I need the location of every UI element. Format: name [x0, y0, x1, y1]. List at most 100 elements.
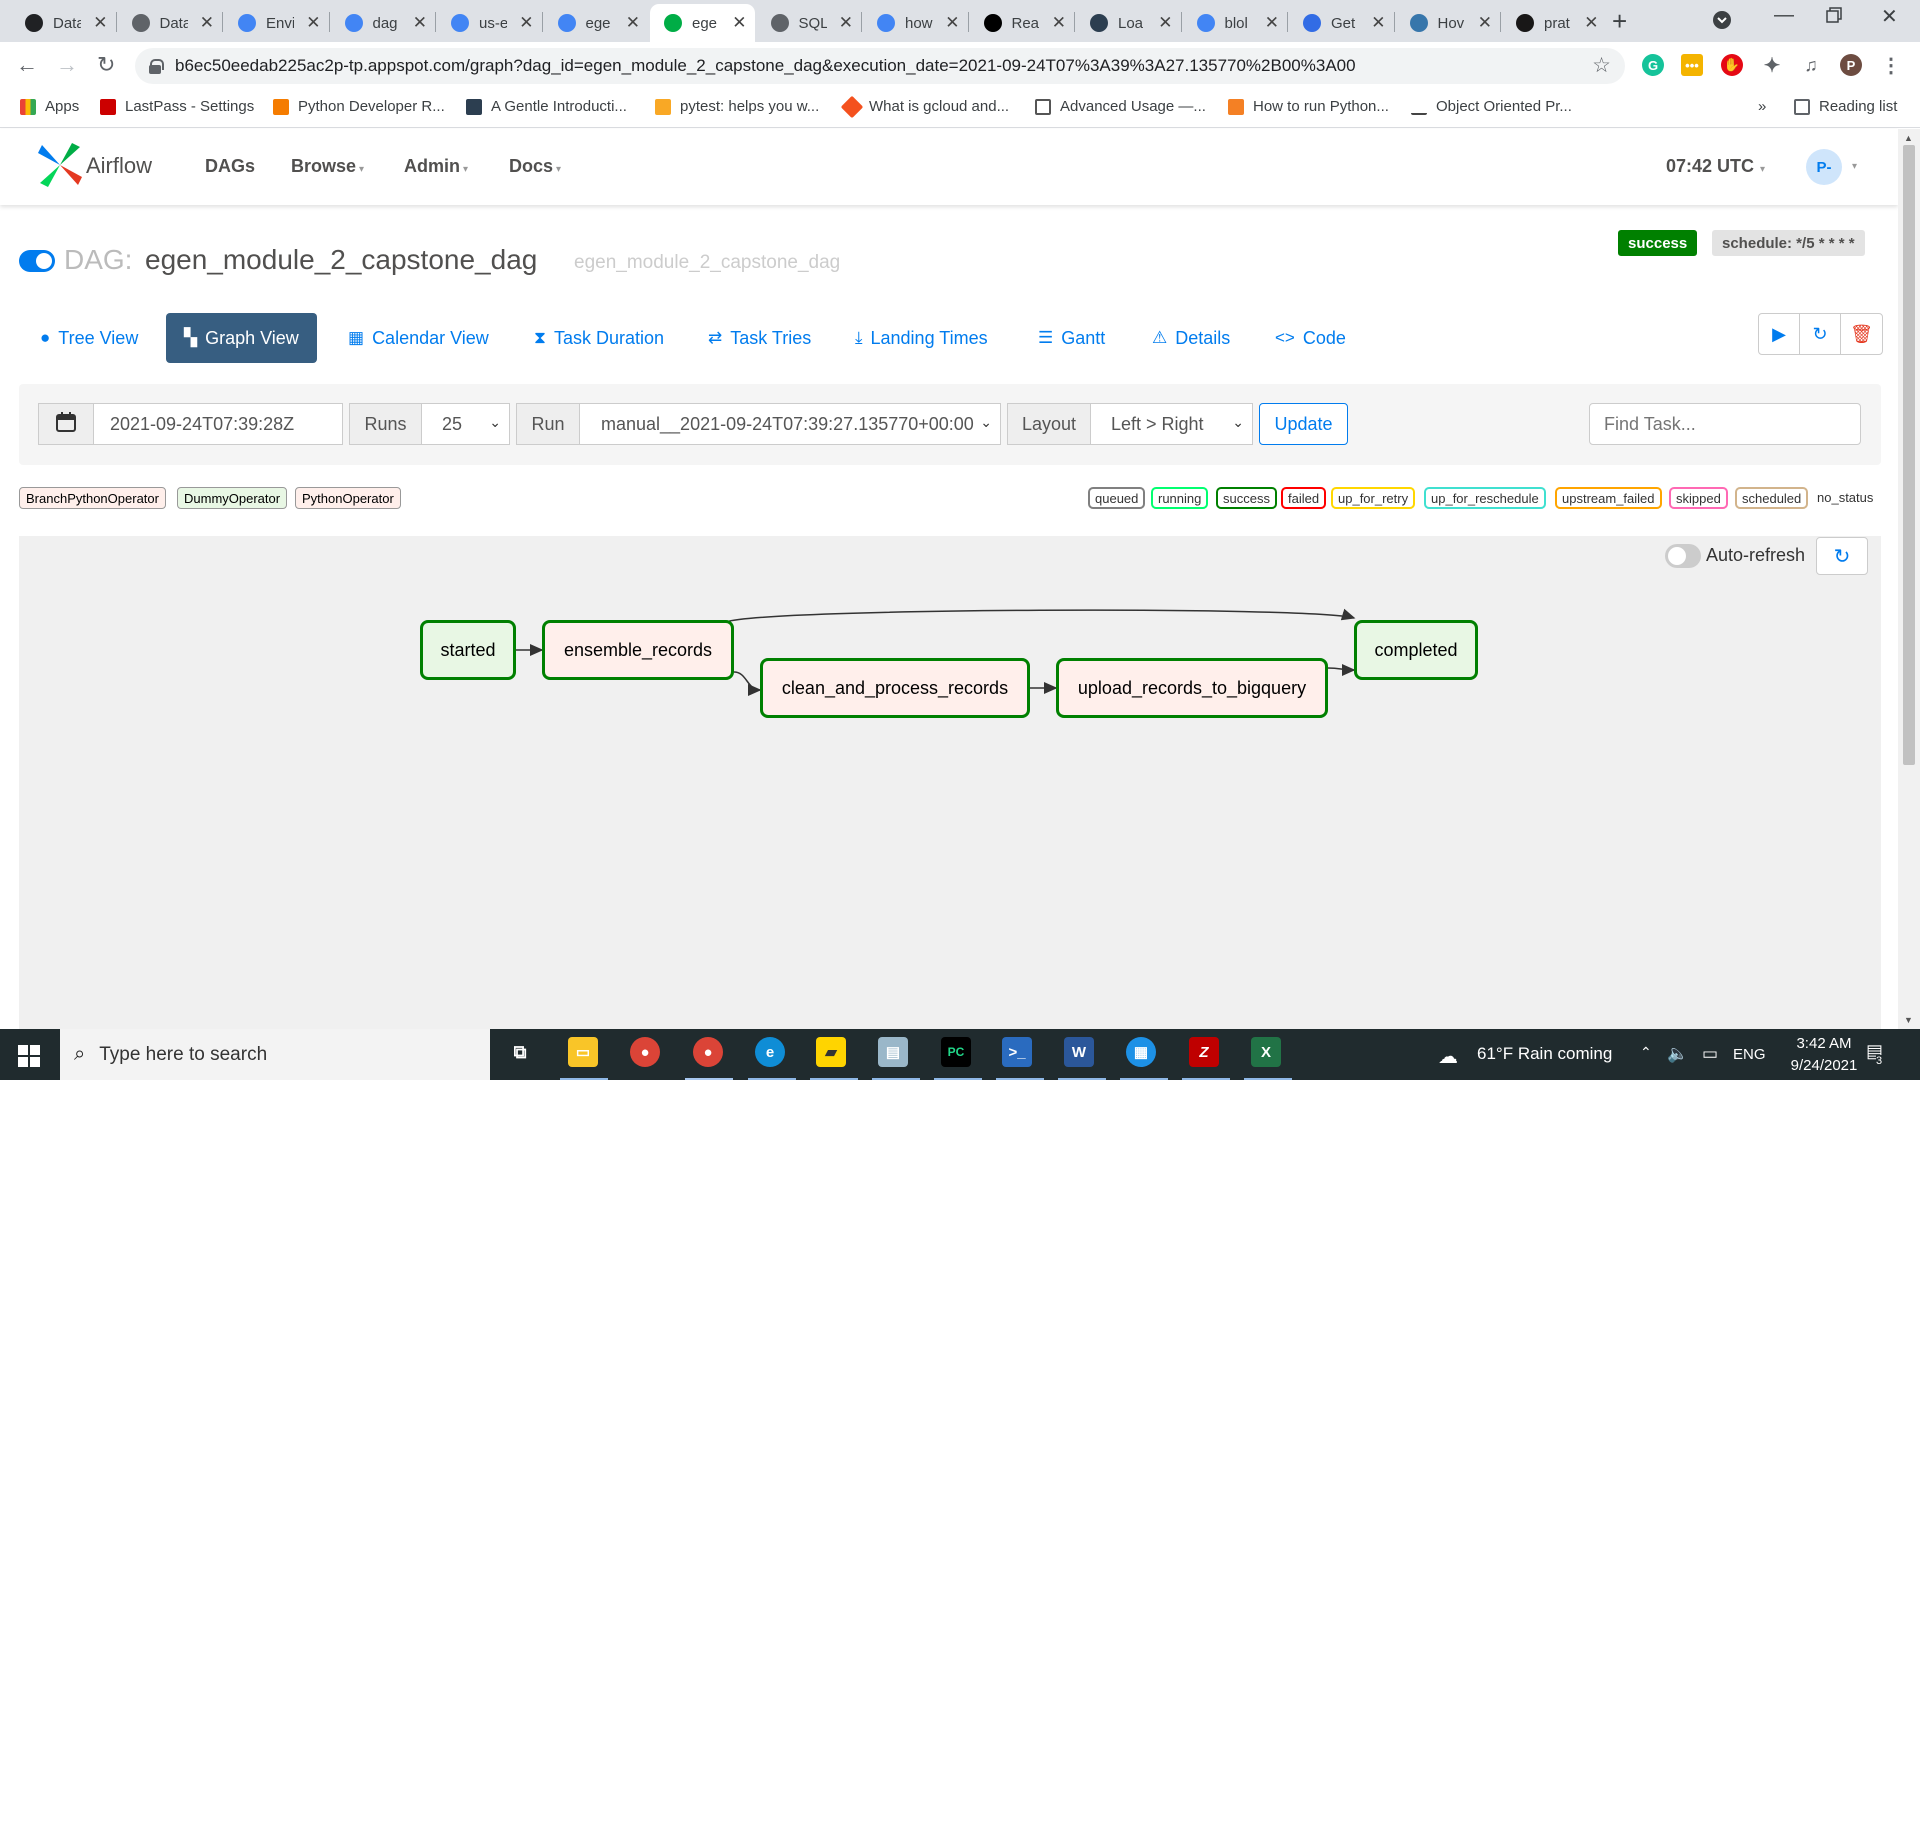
close-tab-icon[interactable]: ✕ [1584, 13, 1598, 33]
utc-clock[interactable]: 07:42 UTC ▾ [1666, 156, 1765, 177]
close-tab-icon[interactable]: ✕ [200, 13, 214, 33]
bookmark-advanced-usage[interactable]: Advanced Usage —... [1035, 98, 1206, 115]
profile-avatar[interactable]: P [1840, 54, 1862, 76]
tab-details[interactable]: ⚠ Details [1152, 313, 1230, 363]
close-tab-icon[interactable]: ✕ [519, 13, 533, 33]
browser-tab[interactable]: dag ✕ [331, 4, 436, 42]
new-tab-button[interactable]: + [1612, 6, 1627, 37]
menu-docs[interactable]: Docs ▾ [509, 156, 561, 177]
lastpass-icon[interactable]: ••• [1681, 54, 1703, 76]
page-scrollbar[interactable]: ▲ ▼ [1898, 129, 1920, 1029]
close-tab-icon[interactable]: ✕ [306, 13, 320, 33]
bookmark-oop[interactable]: Object Oriented Pr... [1411, 98, 1572, 115]
extensions-icon[interactable]: ✦ [1761, 54, 1783, 77]
windows-start-icon[interactable] [18, 1045, 40, 1067]
tab-search-icon[interactable] [1712, 10, 1732, 36]
refresh-dag-icon[interactable]: ↻ [1800, 314, 1841, 354]
execution-date-input[interactable]: 2021-09-24T07:39:28Z [93, 403, 343, 445]
close-tab-icon[interactable]: ✕ [1052, 13, 1066, 33]
sticky-notes-icon[interactable]: ▰ [816, 1037, 846, 1067]
task-node-upload-records-to-bigquery[interactable]: upload_records_to_bigquery [1056, 658, 1328, 718]
forward-icon[interactable]: → [56, 52, 78, 78]
file-explorer-icon[interactable]: ▭ [568, 1037, 598, 1067]
browser-tab[interactable]: ege ✕ [544, 4, 649, 42]
omnibox[interactable]: b6ec50eedab225ac2p-tp.appspot.com/graph?… [135, 48, 1625, 84]
bookmark-pytest[interactable]: pytest: helps you w... [655, 98, 819, 115]
dag-pause-toggle[interactable] [19, 250, 55, 272]
close-tab-icon[interactable]: ✕ [93, 13, 107, 33]
browser-tab[interactable]: how ✕ [863, 4, 968, 42]
tab-graph-view[interactable]: ▚ Graph View [166, 313, 317, 363]
excel-icon[interactable]: X [1251, 1037, 1281, 1067]
scroll-up-icon[interactable]: ▲ [1904, 133, 1913, 143]
browser-tab[interactable]: Loa ✕ [1076, 4, 1181, 42]
restore-icon[interactable] [1826, 6, 1842, 29]
tab-gantt[interactable]: ☰ Gantt [1038, 313, 1105, 363]
task-node-ensemble-records[interactable]: ensemble_records [542, 620, 734, 680]
close-tab-icon[interactable]: ✕ [626, 13, 640, 33]
layout-select[interactable]: Left > Right ⌄ [1090, 403, 1253, 445]
browser-tab[interactable]: Hov ✕ [1396, 4, 1501, 42]
close-window-icon[interactable]: ✕ [1881, 4, 1898, 29]
date-picker-button[interactable] [38, 403, 94, 445]
graph-refresh-button[interactable]: ↻ [1816, 537, 1868, 575]
close-tab-icon[interactable]: ✕ [1478, 13, 1492, 33]
edge-icon[interactable]: e [755, 1037, 785, 1067]
run-select[interactable]: manual__2021-09-24T07:39:27.135770+00:00… [579, 403, 1001, 445]
tab-calendar-view[interactable]: ▦ Calendar View [348, 313, 489, 363]
chrome-active-icon[interactable]: ● [693, 1037, 723, 1067]
auto-refresh-toggle[interactable] [1665, 544, 1701, 568]
browser-tab[interactable]: Data ✕ [11, 4, 116, 42]
reading-list-button[interactable]: Reading list [1794, 98, 1897, 115]
tab-code[interactable]: <> Code [1275, 313, 1346, 363]
url-text[interactable]: b6ec50eedab225ac2p-tp.appspot.com/graph?… [175, 56, 1356, 76]
chrome-icon[interactable]: ● [630, 1037, 660, 1067]
task-node-clean-and-process-records[interactable]: clean_and_process_records [760, 658, 1030, 718]
bookmark-star-icon[interactable]: ☆ [1592, 53, 1611, 78]
tab-task-duration[interactable]: ⧗ Task Duration [534, 313, 664, 363]
minimize-icon[interactable]: — [1774, 4, 1794, 27]
reload-icon[interactable]: ↻ [97, 52, 115, 78]
back-icon[interactable]: ← [16, 52, 38, 78]
bookmark-python-dev[interactable]: Python Developer R... [273, 98, 445, 115]
task-view-icon[interactable]: ⧉ [505, 1037, 535, 1067]
runs-select[interactable]: 25 ⌄ [421, 403, 510, 445]
scroll-down-icon[interactable]: ▼ [1904, 1015, 1913, 1025]
browser-tab[interactable]: Data ✕ [118, 4, 223, 42]
bookmark-apps[interactable]: Apps [20, 98, 79, 115]
scrollbar-thumb[interactable] [1903, 145, 1915, 765]
trigger-dag-play-icon[interactable]: ▶ [1759, 314, 1800, 354]
bookmark-gentle-intro[interactable]: A Gentle Introducti... [466, 98, 627, 115]
volume-icon[interactable]: 🔈 [1667, 1044, 1688, 1064]
chrome-menu-icon[interactable]: ⋮ [1880, 54, 1902, 77]
airflow-brand[interactable]: Airflow [86, 153, 152, 179]
adblock-icon[interactable]: ✋ [1721, 54, 1743, 76]
browser-tab[interactable]: prat ✕ [1502, 4, 1607, 42]
browser-tab[interactable]: blol ✕ [1183, 4, 1288, 42]
media-control-icon[interactable]: ♫ [1800, 54, 1822, 76]
airflow-logo-icon[interactable] [36, 141, 84, 189]
notepad-icon[interactable]: ▤ [878, 1037, 908, 1067]
close-tab-icon[interactable]: ✕ [1265, 13, 1279, 33]
close-tab-icon[interactable]: ✕ [1371, 13, 1385, 33]
user-menu-chevron-icon[interactable]: ▾ [1852, 161, 1857, 172]
weather-text[interactable]: 61°F Rain coming [1477, 1044, 1612, 1064]
task-node-started[interactable]: started [420, 620, 516, 680]
delete-dag-trash-icon[interactable]: 🗑 [1841, 314, 1882, 354]
close-tab-icon[interactable]: ✕ [413, 13, 427, 33]
menu-browse[interactable]: Browse ▾ [291, 156, 364, 177]
weather-cloud-icon[interactable]: ☁ [1438, 1044, 1458, 1069]
bookmark-run-python[interactable]: How to run Python... [1228, 98, 1389, 115]
bookmark-lastpass[interactable]: LastPass - Settings [100, 98, 254, 115]
browser-tab[interactable]: ege ✕ [650, 4, 755, 42]
browser-tab[interactable]: SQL ✕ [757, 4, 862, 42]
bookmark-gcloud[interactable]: What is gcloud and... [840, 95, 1009, 118]
word-icon[interactable]: W [1064, 1037, 1094, 1067]
battery-icon[interactable]: ▭ [1702, 1044, 1718, 1064]
task-node-completed[interactable]: completed [1354, 620, 1478, 680]
tab-task-tries[interactable]: ⇄ Task Tries [708, 313, 811, 363]
filezilla-icon[interactable]: Z [1189, 1037, 1219, 1067]
update-button[interactable]: Update [1259, 403, 1348, 445]
close-tab-icon[interactable]: ✕ [732, 13, 746, 33]
find-task-input[interactable] [1589, 403, 1861, 445]
